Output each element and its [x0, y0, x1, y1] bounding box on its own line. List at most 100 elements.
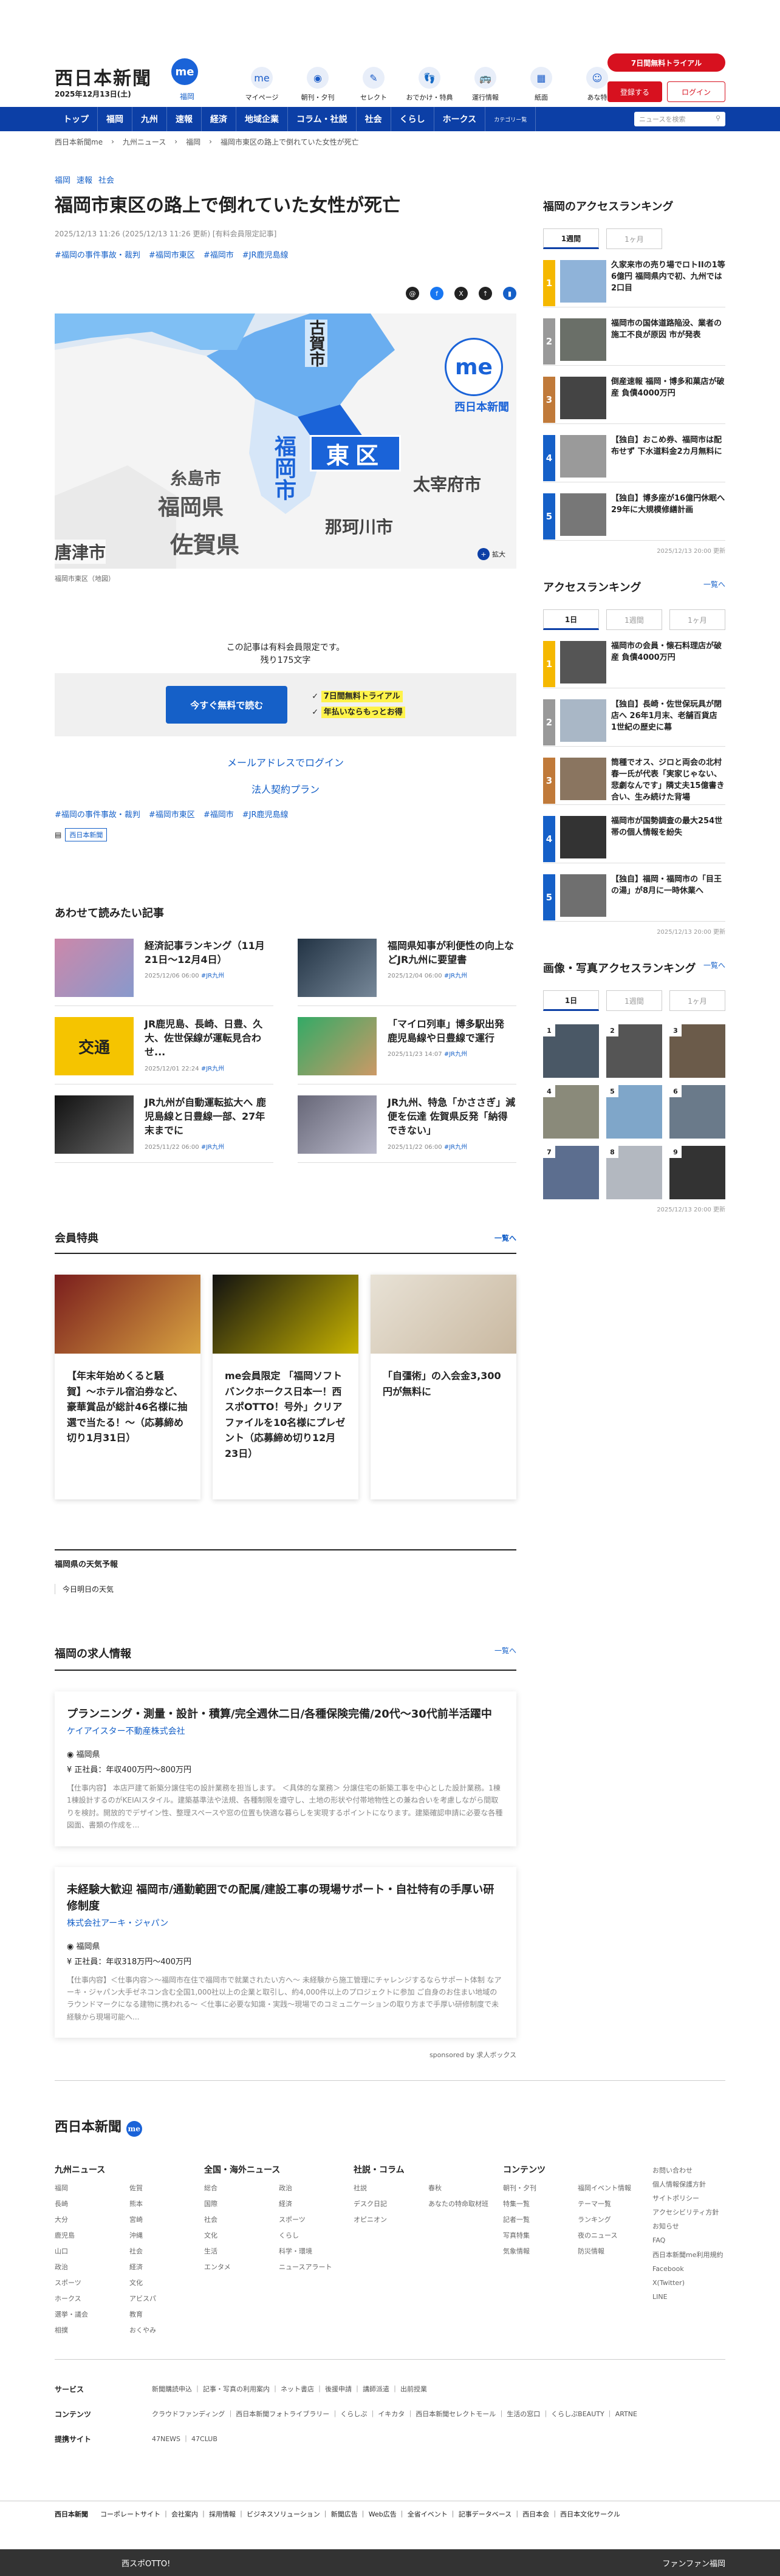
- footer-bottom-logo[interactable]: 西日本新聞: [55, 2509, 88, 2519]
- related-item[interactable]: JR九州、特急「かささぎ」減便を伝達 佐賀県反発「納得できない」 2025/11/…: [298, 1095, 516, 1163]
- article-map[interactable]: me 西日本新聞 古賀市 東区 糸島市 福岡県 福岡市 太宰府市 那珂川市 佐賀…: [55, 313, 516, 569]
- nav-economy[interactable]: 経済: [202, 107, 236, 131]
- footer-link[interactable]: オピニオン: [354, 2215, 428, 2224]
- footer-link[interactable]: 宮崎: [129, 2215, 204, 2224]
- footer-link[interactable]: くらし: [279, 2230, 354, 2240]
- footer-link[interactable]: 社会: [204, 2215, 279, 2224]
- hashtag[interactable]: #福岡市: [204, 808, 234, 820]
- facebook-icon[interactable]: f: [430, 287, 443, 300]
- tab-week[interactable]: 1週間: [543, 228, 599, 249]
- nav-hawks[interactable]: ホークス: [434, 107, 486, 131]
- hashtag[interactable]: #JR鹿児島線: [242, 248, 289, 260]
- footer-link[interactable]: アビスパ: [129, 2293, 204, 2303]
- related-item[interactable]: 「マイロ列車」博多駅出発 鹿児島線や日豊線で運行 2025/11/23 14:07…: [298, 1017, 516, 1084]
- footer-link[interactable]: 鹿児島: [55, 2230, 129, 2240]
- x-icon[interactable]: X: [454, 287, 468, 300]
- footer-link[interactable]: 大分: [55, 2215, 129, 2224]
- footer-link[interactable]: 山口: [55, 2246, 129, 2256]
- ad-left[interactable]: 西スポOTTO!: [121, 2557, 170, 2569]
- jobs-sponsor[interactable]: sponsored by 求人ボックス: [55, 2050, 516, 2060]
- shimen-link[interactable]: ▦ 紙面: [516, 67, 566, 102]
- tab-month[interactable]: 1ヶ月: [669, 609, 725, 630]
- footer-link[interactable]: 防災情報: [578, 2246, 652, 2256]
- photo-item[interactable]: 8: [606, 1146, 662, 1199]
- photo-item[interactable]: 9: [669, 1146, 725, 1199]
- footer-link[interactable]: 科学・環境: [279, 2246, 354, 2256]
- footer-link[interactable]: 国際: [204, 2199, 279, 2208]
- breadcrumb-fukuoka[interactable]: 福岡: [186, 137, 200, 147]
- jobs-more-link[interactable]: 一覧へ: [494, 1645, 516, 1661]
- ranking-item[interactable]: 1 久家来市の売り場でロトIIの1等6億円 福岡県内で初、九州では2口目: [543, 249, 725, 307]
- ranking-item[interactable]: 5 【独自】博多座が16億円休眠へ29年に大規模修繕計画: [543, 482, 725, 541]
- footer-link[interactable]: おくやみ: [129, 2325, 204, 2335]
- footer-link[interactable]: 夜のニュース: [578, 2230, 652, 2240]
- ad-right[interactable]: ファンファン福岡: [662, 2557, 725, 2569]
- read-free-button[interactable]: 今すぐ無料で読む: [166, 686, 288, 724]
- footer-link[interactable]: 写真特集: [503, 2230, 578, 2240]
- footer-link[interactable]: 沖縄: [129, 2230, 204, 2240]
- related-item[interactable]: 福岡県知事が利便性の向上などJR九州に要望書 2025/12/04 06:00 #…: [298, 939, 516, 1006]
- category-tag[interactable]: 速報: [77, 174, 92, 185]
- footer-link[interactable]: テーマ一覧: [578, 2199, 652, 2208]
- trial-button[interactable]: 7日間無料トライアル: [607, 53, 725, 72]
- footer-help-link[interactable]: サイトポリシー: [652, 2191, 725, 2205]
- footer-link[interactable]: 経済: [279, 2199, 354, 2208]
- job-card[interactable]: プランニング・測量・設計・積算/完全週休二日/各種保険完備/20代〜30代前半活…: [55, 1691, 516, 1846]
- ranking-item[interactable]: 4 福岡市が国勢調査の最大254世帯の個人情報を紛失: [543, 805, 725, 863]
- footer-link[interactable]: デスク日記: [354, 2199, 428, 2208]
- footer-link[interactable]: ホークス: [55, 2293, 129, 2303]
- footer-link[interactable]: 佐賀: [129, 2183, 204, 2193]
- footer-link[interactable]: 熊本: [129, 2199, 204, 2208]
- footer-help-link[interactable]: 西日本新聞me利用規約: [652, 2248, 725, 2262]
- ranking-item[interactable]: 4 【独自】おこめ券、福岡市は配布せず 下水道料金2カ月無料に: [543, 424, 725, 482]
- register-button[interactable]: 登録する: [607, 81, 662, 102]
- select-link[interactable]: ✎ セレクト: [349, 67, 399, 102]
- footer-link[interactable]: 記者一覧: [503, 2215, 578, 2224]
- footer-help-link[interactable]: お知らせ: [652, 2219, 725, 2233]
- footer-link[interactable]: 社会: [129, 2246, 204, 2256]
- paper-link[interactable]: ◉ 朝刊・夕刊: [293, 67, 343, 102]
- mypage-link[interactable]: me マイページ: [237, 67, 287, 102]
- footer-content-links[interactable]: クラウドファンディング ｜ 西日本新聞フォトライブラリー ｜ くらしぷ ｜ イキ…: [152, 2409, 637, 2419]
- nav-breaking[interactable]: 速報: [167, 107, 202, 131]
- category-tag[interactable]: 社会: [98, 174, 114, 185]
- bookmark-icon[interactable]: ▮: [503, 287, 516, 300]
- tab-month[interactable]: 1ヶ月: [669, 990, 725, 1011]
- tab-week[interactable]: 1週間: [606, 990, 662, 1011]
- footer-link[interactable]: 選挙・議会: [55, 2309, 129, 2319]
- me-logo-icon[interactable]: me: [171, 58, 198, 85]
- nav-local-biz[interactable]: 地域企業: [236, 107, 288, 131]
- zoom-button[interactable]: + 拡大: [477, 548, 505, 560]
- ranking-item[interactable]: 2 福岡市の国体道路陥没、業者の施工不良が原因 市が発表: [543, 307, 725, 366]
- hashtag[interactable]: #JR鹿児島線: [242, 808, 289, 820]
- footer-link[interactable]: スポーツ: [55, 2278, 129, 2287]
- ad-banner[interactable]: 西スポOTTO! ファンファン福岡: [0, 2549, 780, 2576]
- footer-link[interactable]: 気象情報: [503, 2246, 578, 2256]
- footer-link[interactable]: 春秋: [428, 2183, 503, 2193]
- benefit-card[interactable]: 【年末年始めくると騒賀】〜ホテル宿泊券など、豪華賞品が総計46名様に抽選で当たる…: [55, 1275, 200, 1499]
- hashtag[interactable]: #福岡市東区: [149, 248, 195, 260]
- outing-link[interactable]: 👣 おでかけ・特典: [405, 67, 454, 102]
- photo-item[interactable]: 2: [606, 1024, 662, 1078]
- hashtag[interactable]: #福岡市: [204, 248, 234, 260]
- footer-help-link[interactable]: 個人情報保護方針: [652, 2177, 725, 2191]
- category-tag[interactable]: 福岡: [55, 174, 70, 185]
- nav-column[interactable]: コラム・社説: [288, 107, 357, 131]
- search-icon[interactable]: ⚲: [716, 114, 720, 124]
- hashtag[interactable]: #福岡の事件事故・裁判: [55, 248, 140, 260]
- hashtag[interactable]: #福岡の事件事故・裁判: [55, 808, 140, 820]
- footer-link[interactable]: 教育: [129, 2309, 204, 2319]
- footer-service-links[interactable]: 新聞購読申込 ｜ 記事・写真の利用案内 ｜ ネット書店 ｜ 後援申請 ｜ 講師派…: [152, 2384, 427, 2394]
- footer-link[interactable]: ランキング: [578, 2215, 652, 2224]
- access-more-link[interactable]: 一覧へ: [703, 579, 725, 595]
- footer-help-link[interactable]: Facebook: [652, 2262, 725, 2276]
- breadcrumb-kyushu[interactable]: 九州ニュース: [123, 137, 166, 147]
- related-item[interactable]: JR九州が自動運転拡大へ 鹿児島線と日豊線一部、27年末までに 2025/11/2…: [55, 1095, 273, 1163]
- footer-link[interactable]: 長崎: [55, 2199, 129, 2208]
- login-button[interactable]: ログイン: [667, 81, 725, 102]
- nav-kyushu[interactable]: 九州: [132, 107, 167, 131]
- job-card[interactable]: 未経験大歓迎 福岡市/通勤範囲での配属/建設工事の現場サポート・自社特有の手厚い…: [55, 1867, 516, 2038]
- footer-link[interactable]: あなたの特命取材班: [428, 2199, 503, 2208]
- footer-link[interactable]: エンタメ: [204, 2262, 279, 2272]
- transit-link[interactable]: 🚌 運行情報: [460, 67, 510, 102]
